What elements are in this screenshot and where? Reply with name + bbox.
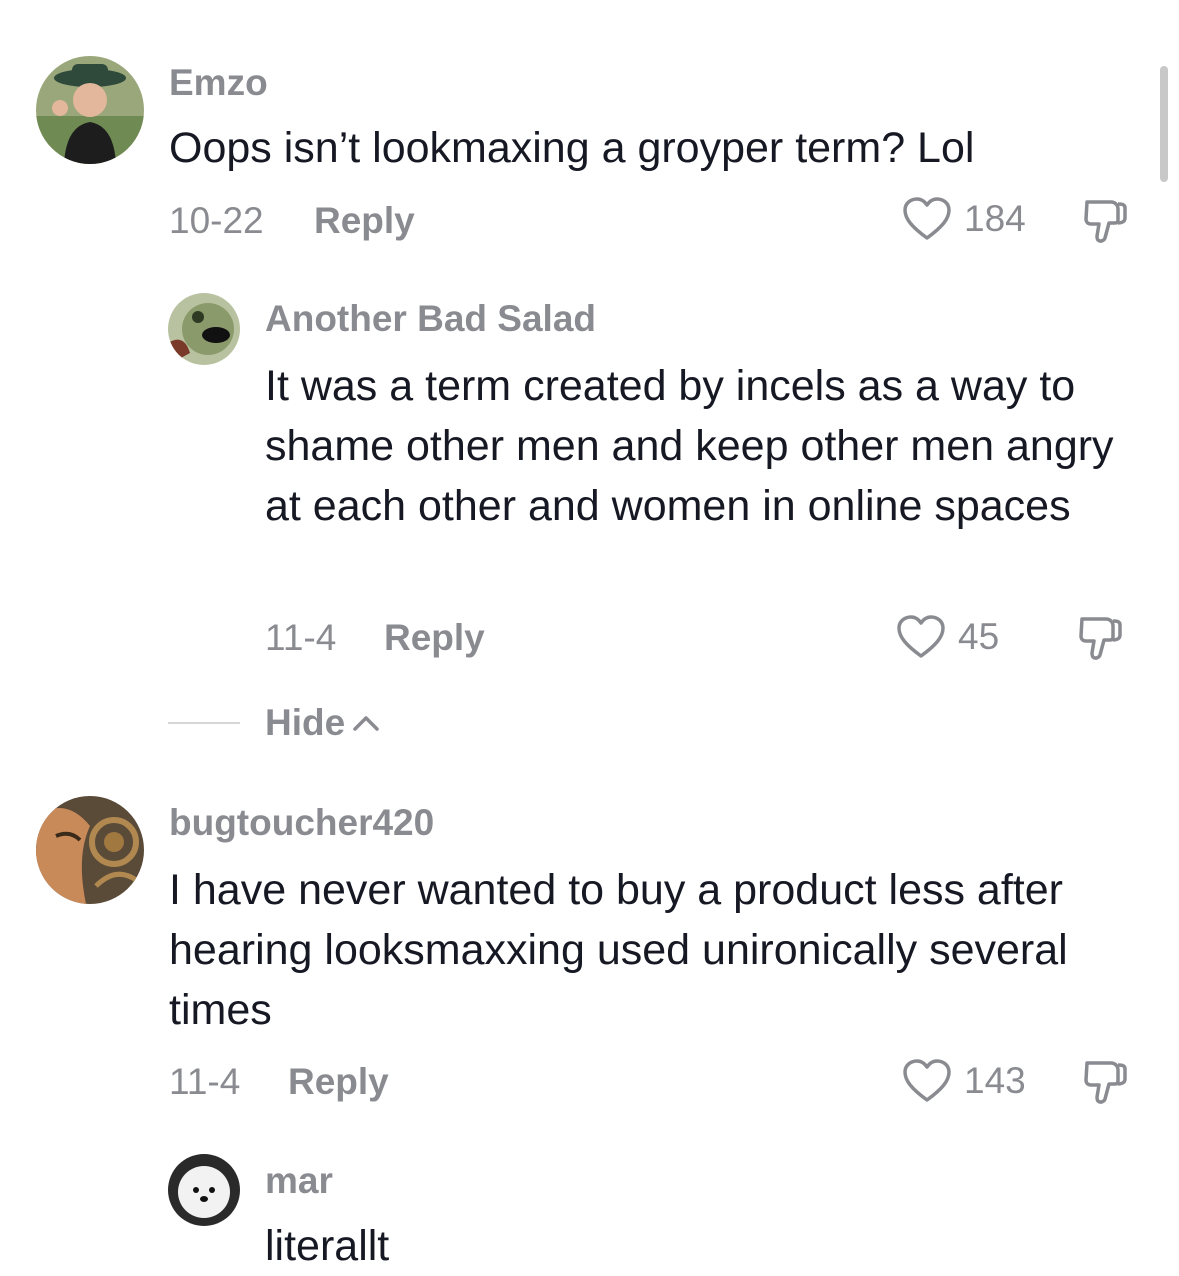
avatar[interactable] [36,56,144,164]
comment-username[interactable]: mar [265,1160,333,1202]
like-button[interactable]: 45 [896,614,999,660]
comment-text: It was a term created by incels as a way… [265,362,1114,530]
comment-text: literallt [265,1222,390,1270]
reply-button[interactable]: Reply [288,1061,389,1103]
avatar[interactable] [168,1154,240,1226]
like-count: 184 [964,198,1026,239]
thumbs-down-icon [1084,200,1127,243]
hide-replies-button[interactable]: Hide [265,702,381,744]
heart-outline-icon [903,1059,951,1102]
comment-date: 11-4 [265,617,337,658]
reply-button[interactable]: Reply [384,617,485,659]
dislike-button[interactable] [1081,1057,1131,1112]
comment-date: 11-4 [169,1061,241,1102]
divider [168,722,240,724]
chevron-up-icon [353,716,379,731]
comments-count-title: 65 comments [0,0,1179,9]
scrollbar[interactable] [1160,66,1168,182]
hide-label: Hide [265,702,346,743]
dislike-button[interactable] [1076,613,1126,668]
thumbs-down-icon [1079,617,1122,660]
comment-username[interactable]: bugtoucher420 [169,802,434,844]
like-button[interactable]: 184 [902,196,1026,242]
comment-text: Oops isn’t lookmaxing a groyper term? Lo… [169,124,975,172]
dislike-button[interactable] [1081,196,1131,251]
comment-date: 10-22 [169,200,264,241]
thumbs-down-icon [1084,1061,1127,1104]
heart-outline-icon [897,615,945,658]
like-button[interactable]: 143 [902,1058,1026,1104]
comment-username[interactable]: Another Bad Salad [265,298,596,340]
comment-text: I have never wanted to buy a product les… [169,866,1068,1034]
like-count: 45 [958,616,1000,657]
reply-button[interactable]: Reply [314,200,415,242]
comment-username[interactable]: Emzo [169,62,268,104]
avatar[interactable] [168,293,240,365]
like-count: 143 [964,1060,1026,1101]
heart-outline-icon [903,197,951,240]
avatar[interactable] [36,796,144,904]
